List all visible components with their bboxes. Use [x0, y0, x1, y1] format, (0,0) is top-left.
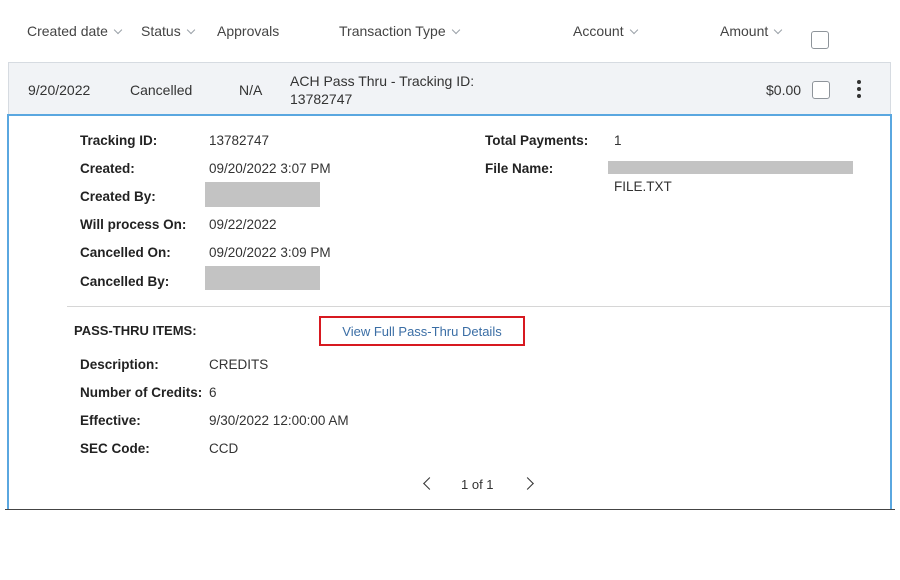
column-header-transaction-type[interactable]: Transaction Type — [339, 23, 460, 39]
table-header: Created date Status Approvals Transactio… — [0, 0, 900, 62]
effective-value: 9/30/2022 12:00:00 AM — [209, 413, 349, 428]
row-transaction-type-line1: ACH Pass Thru - Tracking ID: — [290, 73, 475, 89]
cancelled-by-redacted — [205, 266, 320, 290]
row-approvals: N/A — [239, 82, 263, 98]
column-header-amount[interactable]: Amount — [720, 23, 783, 39]
column-label: Created date — [27, 23, 108, 39]
column-label: Approvals — [217, 23, 280, 39]
sec-code-value: CCD — [209, 441, 239, 456]
section-divider — [67, 306, 890, 307]
tracking-id-value: 13782747 — [209, 133, 270, 148]
chevron-down-icon — [451, 25, 460, 35]
row-select-checkbox[interactable] — [812, 81, 830, 99]
description-label: Description: — [80, 357, 159, 372]
column-label: Account — [573, 23, 624, 39]
row-created-date: 9/20/2022 — [28, 82, 91, 98]
column-label: Transaction Type — [339, 23, 446, 39]
total-payments-label: Total Payments: — [485, 133, 589, 148]
column-header-status[interactable]: Status — [141, 23, 195, 39]
effective-label: Effective: — [80, 413, 141, 428]
description-value: CREDITS — [209, 357, 269, 372]
total-payments-value: 1 — [614, 133, 622, 148]
file-path-redacted — [608, 161, 853, 174]
row-status: Cancelled — [130, 82, 193, 98]
created-by-label: Created By: — [80, 189, 156, 204]
more-options-icon[interactable] — [856, 80, 862, 100]
row-amount: $0.00 — [766, 82, 802, 98]
will-process-label: Will process On: — [80, 217, 187, 232]
view-full-pass-thru-details-link[interactable]: View Full Pass-Thru Details — [342, 324, 501, 339]
chevron-down-icon — [629, 25, 638, 35]
cancelled-by-label: Cancelled By: — [80, 274, 170, 289]
cancelled-on-value: 09/20/2022 3:09 PM — [209, 245, 331, 260]
created-label: Created: — [80, 161, 135, 176]
file-name-label: File Name: — [485, 161, 554, 176]
panel-bottom-border — [5, 509, 895, 510]
number-of-credits-label: Number of Credits: — [80, 385, 203, 400]
highlight-box: View Full Pass-Thru Details — [319, 316, 525, 346]
table-row[interactable]: 9/20/2022 Cancelled N/A ACH Pass Thru - … — [8, 62, 891, 114]
tracking-id-label: Tracking ID: — [80, 133, 158, 148]
column-header-account[interactable]: Account — [573, 23, 638, 39]
column-label: Status — [141, 23, 181, 39]
chevron-down-icon — [113, 25, 123, 35]
cancelled-on-label: Cancelled On: — [80, 245, 171, 260]
file-name-value: FILE.TXT — [614, 179, 672, 194]
number-of-credits-value: 6 — [209, 385, 217, 400]
column-header-approvals: Approvals — [217, 23, 279, 39]
chevron-down-icon — [774, 25, 783, 35]
row-transaction-type-line2: 13782747 — [290, 91, 353, 107]
column-header-created-date[interactable]: Created date — [27, 23, 123, 39]
sec-code-label: SEC Code: — [80, 441, 150, 456]
pager-text: 1 of 1 — [461, 477, 494, 492]
pass-thru-heading: PASS-THRU ITEMS: — [74, 323, 197, 338]
column-label: Amount — [720, 23, 769, 39]
created-by-redacted — [205, 182, 320, 207]
created-value: 09/20/2022 3:07 PM — [209, 161, 331, 176]
select-all-checkbox[interactable] — [811, 31, 829, 49]
will-process-value: 09/22/2022 — [209, 217, 277, 232]
chevron-down-icon — [186, 25, 195, 35]
